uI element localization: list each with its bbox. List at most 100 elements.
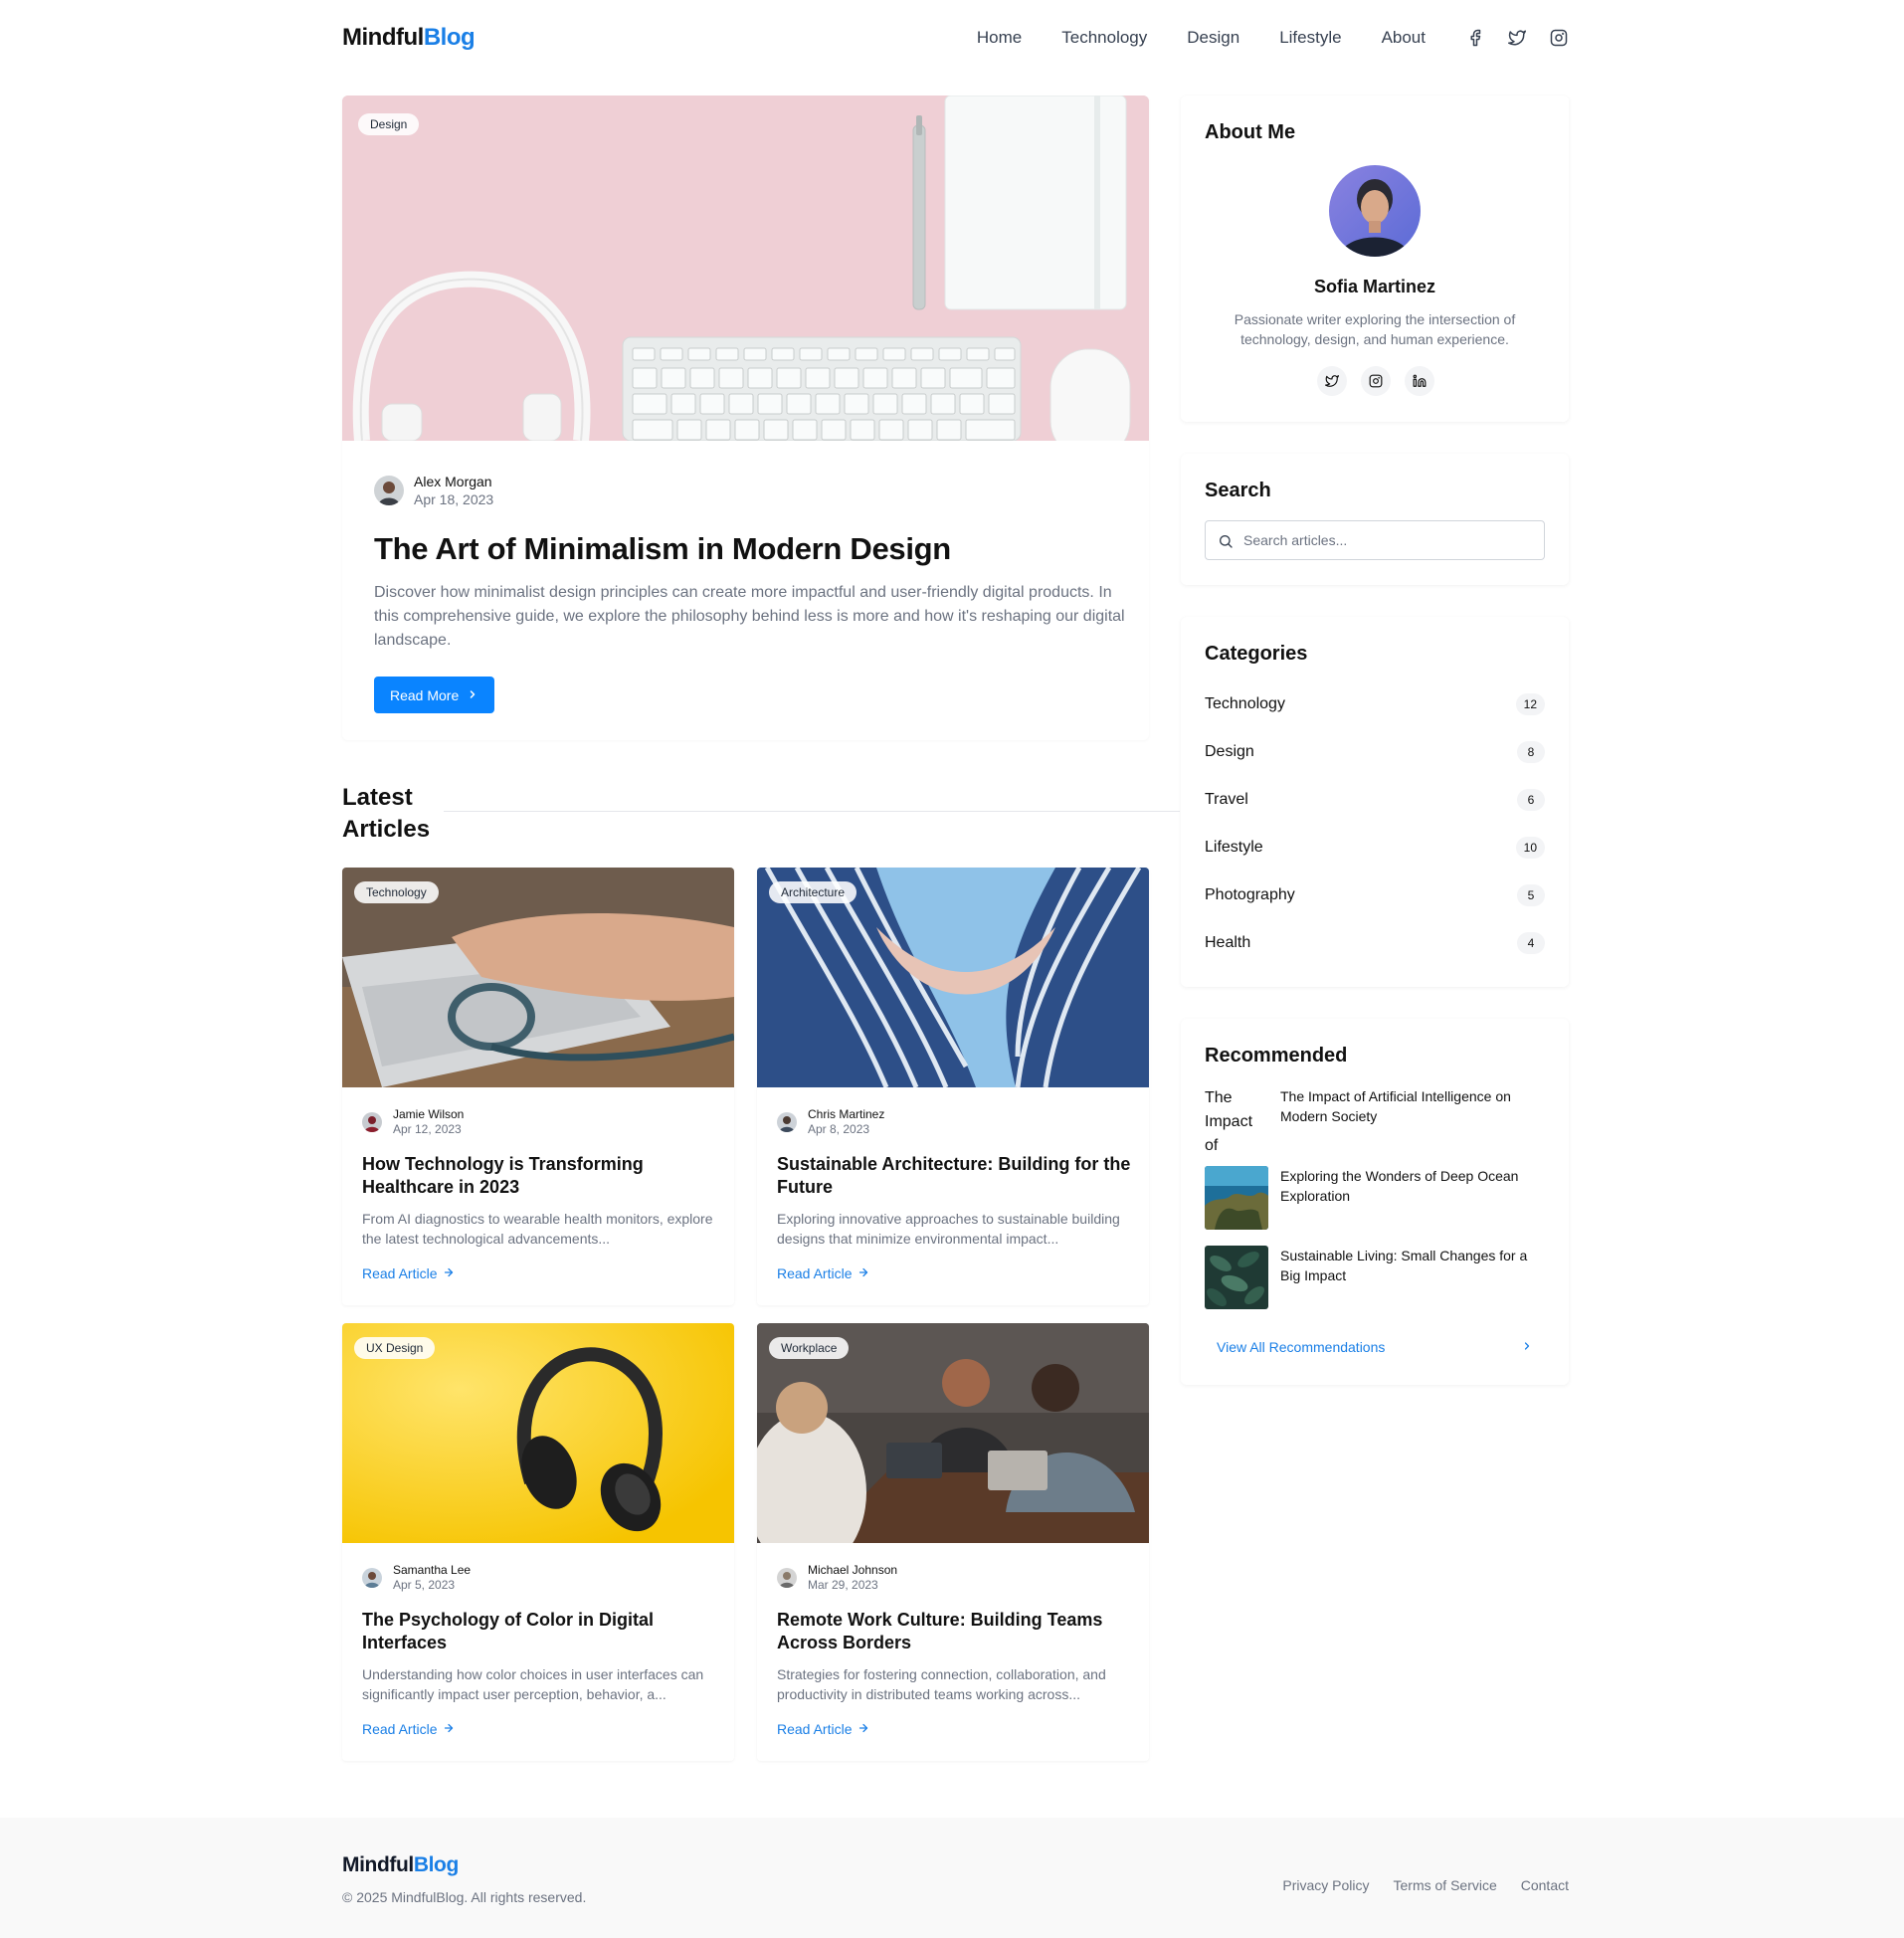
footer-link-contact[interactable]: Contact [1521,1877,1569,1893]
recommended-item[interactable]: The Impact of The Impact of Artificial I… [1205,1086,1545,1150]
article-category-badge[interactable]: Workplace [769,1337,850,1359]
article-card: Technology Jamie Wilson Apr 12, 2023 How… [342,868,734,1305]
nav-lifestyle[interactable]: Lifestyle [1279,28,1341,48]
featured-category-badge[interactable]: Design [358,113,420,135]
copyright-text: © 2025 MindfulBlog. All rights reserved. [342,1889,587,1905]
broken-image: The Impact of [1205,1086,1268,1150]
view-all-recommendations[interactable]: View All Recommendations [1217,1339,1533,1355]
read-more-button[interactable]: Read More [374,677,495,713]
category-label: Travel [1205,791,1248,808]
footer-logo[interactable]: MindfulBlog [342,1853,459,1877]
twitter-icon[interactable] [1317,366,1347,396]
linkedin-icon[interactable] [1405,366,1434,396]
category-label: Lifestyle [1205,839,1263,856]
read-article-link[interactable]: Read Article [362,1265,455,1281]
recommended-item[interactable]: Exploring the Wonders of Deep Ocean Expl… [1205,1166,1545,1230]
category-label: Photography [1205,886,1295,903]
article-category-badge[interactable]: Architecture [769,881,857,903]
profile-social [1317,366,1434,396]
read-article-label: Read Article [777,1265,853,1281]
article-title[interactable]: Remote Work Culture: Building Teams Acro… [777,1609,1131,1654]
arrow-right-icon [857,1265,869,1281]
category-item-lifestyle[interactable]: Lifestyle 10 [1205,836,1545,860]
article-author: Jamie Wilson Apr 12, 2023 [362,1107,716,1136]
author-name[interactable]: Chris Martinez [808,1107,884,1121]
post-date: Apr 5, 2023 [393,1578,456,1592]
author-avatar [362,1111,382,1132]
category-item-health[interactable]: Health 4 [1205,931,1545,955]
nav-home[interactable]: Home [977,28,1022,48]
footer-link-privacy[interactable]: Privacy Policy [1282,1877,1369,1893]
instagram-icon[interactable] [1361,366,1391,396]
category-count: 5 [1517,884,1545,906]
article-title[interactable]: Sustainable Architecture: Building for t… [777,1153,1131,1199]
site-logo[interactable]: MindfulBlog [342,24,476,52]
view-all-label: View All Recommendations [1217,1339,1386,1355]
article-category-badge[interactable]: Technology [354,881,439,903]
read-article-link[interactable]: Read Article [777,1721,869,1737]
category-item-design[interactable]: Design 8 [1205,740,1545,764]
twitter-icon[interactable] [1507,28,1527,48]
profile-bio: Passionate writer exploring the intersec… [1234,311,1516,347]
recommended-title-text: Sustainable Living: Small Changes for a … [1280,1248,1528,1283]
instagram-icon[interactable] [1549,28,1569,48]
author-name[interactable]: Jamie Wilson [393,1107,464,1121]
article-excerpt: Exploring innovative approaches to susta… [777,1211,1120,1247]
article-category-badge[interactable]: UX Design [354,1337,436,1359]
category-count: 6 [1517,789,1545,811]
article-image[interactable]: Architecture [757,868,1149,1087]
featured-title[interactable]: The Art of Minimalism in Modern Design [374,531,1130,567]
article-title[interactable]: The Psychology of Color in Digital Inter… [362,1609,716,1654]
category-item-technology[interactable]: Technology 12 [1205,692,1545,716]
nav-about[interactable]: About [1382,28,1426,48]
about-widget: About Me Sofia Martinez Passionate write… [1181,96,1569,422]
header-social [1465,28,1569,48]
category-count: 8 [1517,741,1545,763]
footer-link-terms[interactable]: Terms of Service [1394,1877,1497,1893]
article-body: Samantha Lee Apr 5, 2023 The Psychology … [362,1563,716,1739]
broken-image-alt: The Impact of [1205,1089,1253,1150]
article-image[interactable]: Technology [342,868,734,1087]
search-icon [1218,533,1234,554]
read-article-link[interactable]: Read Article [362,1721,455,1737]
article-image[interactable]: UX Design [342,1323,734,1543]
profile-avatar [1329,165,1421,257]
site-header: MindfulBlog Home Technology Design Lifes… [342,18,1569,58]
category-item-photography[interactable]: Photography 5 [1205,883,1545,907]
recommended-widget: Recommended The Impact of The Impact of … [1181,1019,1569,1385]
search-title: Search [1205,480,1271,501]
logo-text-accent: Blog [413,1853,459,1876]
search-field [1205,520,1545,560]
latest-heading: Latest Articles [342,784,431,843]
article-image[interactable]: Workplace [757,1323,1149,1543]
nav-design[interactable]: Design [1187,28,1239,48]
chevron-right-icon [467,687,478,703]
article-body: Michael Johnson Mar 29, 2023 Remote Work… [777,1563,1131,1739]
recommended-item[interactable]: Sustainable Living: Small Changes for a … [1205,1246,1545,1309]
facebook-icon[interactable] [1465,28,1485,48]
search-input[interactable] [1243,532,1542,548]
read-article-link[interactable]: Read Article [777,1265,869,1281]
author-avatar [374,476,404,505]
post-date: Apr 12, 2023 [393,1122,462,1136]
section-divider [444,811,1180,812]
author-name[interactable]: Michael Johnson [808,1563,897,1577]
read-article-label: Read Article [777,1721,853,1737]
recommended-title-text: The Impact of Artificial Intelligence on… [1280,1088,1511,1124]
main-nav: Home Technology Design Lifestyle About [937,28,1569,48]
author-name[interactable]: Alex Morgan [414,474,493,489]
author-meta: Michael Johnson Mar 29, 2023 [808,1563,897,1592]
author-name[interactable]: Samantha Lee [393,1563,471,1577]
article-title[interactable]: How Technology is Transforming Healthcar… [362,1153,716,1199]
author-avatar [362,1567,382,1588]
featured-excerpt: Discover how minimalist design principle… [374,584,1125,649]
category-item-travel[interactable]: Travel 6 [1205,788,1545,812]
logo-text-main: Mindful [342,1853,414,1876]
leaves-thumbnail [1205,1246,1268,1309]
article-card: Architecture Chris Martinez Apr 8, 2023 … [757,868,1149,1305]
article-author: Chris Martinez Apr 8, 2023 [777,1107,1131,1136]
logo-text-main: Mindful [342,24,424,51]
featured-image[interactable]: Design [342,96,1149,441]
site-footer: MindfulBlog © 2025 MindfulBlog. All righ… [0,1818,1904,1938]
nav-technology[interactable]: Technology [1061,28,1147,48]
